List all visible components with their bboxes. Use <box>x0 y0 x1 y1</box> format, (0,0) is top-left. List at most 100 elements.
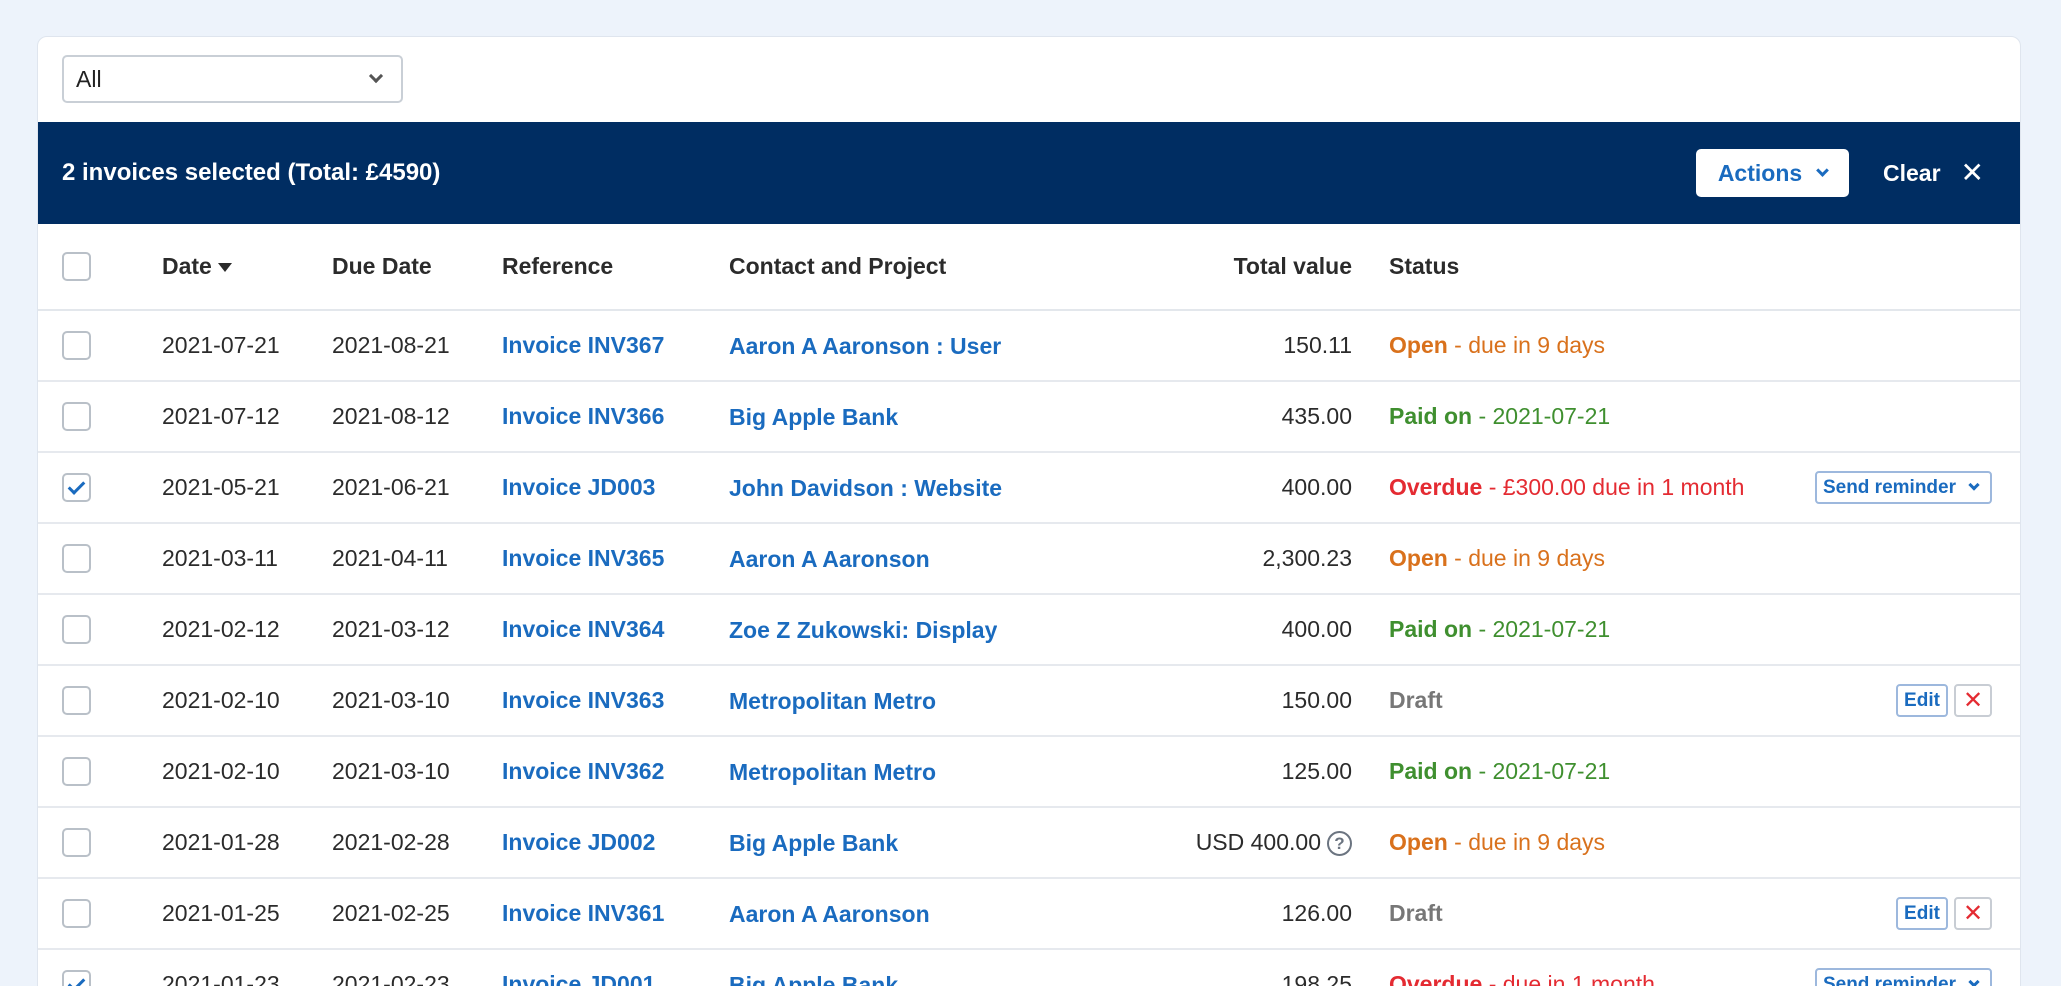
row-checkbox[interactable] <box>62 970 91 986</box>
row-checkbox[interactable] <box>62 757 91 787</box>
actions-button[interactable]: Actions <box>1695 149 1849 197</box>
contact-project-link[interactable]: Zoe Z Zukowski: Display <box>729 617 997 644</box>
status-label: Overdue <box>1389 971 1483 986</box>
invoice-reference-link[interactable]: Invoice INV364 <box>502 616 664 642</box>
invoice-reference-link[interactable]: Invoice INV361 <box>502 900 664 926</box>
row-date: 2021-02-10 <box>162 665 332 737</box>
contact-project-link[interactable]: Aaron A Aaronson : User T <box>729 333 1004 360</box>
row-actions-cell <box>1809 310 2020 382</box>
row-actions-cell <box>1809 736 2020 808</box>
table-row[interactable]: 2021-02-10 2021-03-10 Invoice INV362 Met… <box>38 736 2020 808</box>
invoices-table: Date Due Date Reference Contact and Proj… <box>38 224 2020 986</box>
column-header-contact[interactable]: Contact and Project <box>729 224 1049 311</box>
delete-icon[interactable]: ✕ <box>1954 684 1992 717</box>
row-contact-cell: Big Apple Bank <box>729 807 1049 879</box>
row-contact-cell: Zoe Z Zukowski: Display <box>729 594 1049 666</box>
contact-project-link[interactable]: Big Apple Bank <box>729 972 898 986</box>
row-date: 2021-02-12 <box>162 594 332 666</box>
table-row[interactable]: 2021-03-11 2021-04-11 Invoice INV365 Aar… <box>38 523 2020 595</box>
invoice-reference-link[interactable]: Invoice INV365 <box>502 545 664 571</box>
table-row[interactable]: 2021-02-10 2021-03-10 Invoice INV363 Met… <box>38 665 2020 737</box>
invoice-reference-link[interactable]: Invoice JD001 <box>502 971 655 986</box>
table-row[interactable]: 2021-05-21 2021-06-21 Invoice JD003 John… <box>38 452 2020 524</box>
row-total: 150.00 <box>1281 687 1352 713</box>
row-due-date: 2021-08-21 <box>332 310 502 382</box>
row-checkbox[interactable] <box>62 402 91 432</box>
contact-project-link[interactable]: John Davidson : Website <box>729 475 1002 502</box>
row-checkbox[interactable] <box>62 544 91 574</box>
row-reference-cell: Invoice INV362 <box>502 736 729 808</box>
edit-button[interactable]: Edit <box>1896 684 1948 717</box>
contact-project-link[interactable]: Big Apple Bank <box>729 830 898 857</box>
invoice-reference-link[interactable]: Invoice INV367 <box>502 332 664 358</box>
row-checkbox[interactable] <box>62 473 91 503</box>
row-checkbox[interactable] <box>62 331 91 361</box>
contact-project-link[interactable]: Aaron A Aaronson <box>729 901 930 928</box>
table-row[interactable]: 2021-01-28 2021-02-28 Invoice JD002 Big … <box>38 807 2020 879</box>
status-detail: - due in 9 days <box>1447 829 1606 855</box>
sort-desc-icon <box>217 263 232 273</box>
invoice-reference-link[interactable]: Invoice INV366 <box>502 403 664 429</box>
row-date: 2021-01-28 <box>162 807 332 879</box>
row-status-cell: Paid on - 2021-07-21 <box>1389 736 1809 808</box>
send-reminder-button[interactable]: Send reminder <box>1814 471 1992 504</box>
row-total-cell: 435.00 <box>1049 381 1389 453</box>
column-header-total[interactable]: Total value <box>1049 224 1389 311</box>
edit-button[interactable]: Edit <box>1896 897 1948 930</box>
contact-project-link[interactable]: Aaron A Aaronson <box>729 546 930 573</box>
invoice-reference-link[interactable]: Invoice INV363 <box>502 687 664 713</box>
column-header-date[interactable]: Date <box>162 224 332 311</box>
actions-button-label: Actions <box>1717 159 1803 186</box>
contact-project-link[interactable]: Metropolitan Metro <box>729 688 936 715</box>
row-status-cell: Open - due in 9 days <box>1389 807 1809 879</box>
status-detail: - £300.00 due in 1 month <box>1482 474 1745 500</box>
table-row[interactable]: 2021-02-12 2021-03-12 Invoice INV364 Zoe… <box>38 594 2020 666</box>
row-reference-cell: Invoice JD003 <box>502 452 729 524</box>
row-total: 435.00 <box>1281 403 1352 429</box>
delete-icon[interactable]: ✕ <box>1954 897 1992 930</box>
column-header-status[interactable]: Status <box>1389 224 1809 311</box>
column-header-reference[interactable]: Reference <box>502 224 729 311</box>
send-reminder-button[interactable]: Send reminder <box>1814 968 1992 986</box>
row-reference-cell: Invoice INV366 <box>502 381 729 453</box>
row-due-date: 2021-02-25 <box>332 878 502 950</box>
row-contact-cell: John Davidson : Website <box>729 452 1049 524</box>
row-date: 2021-01-23 <box>162 949 332 986</box>
invoice-reference-link[interactable]: Invoice INV362 <box>502 758 664 784</box>
row-checkbox[interactable] <box>62 899 91 929</box>
row-checkbox[interactable] <box>62 615 91 645</box>
status-detail: - due in 1 month <box>1482 971 1655 986</box>
contact-project-link[interactable]: Big Apple Bank <box>729 404 898 431</box>
table-row[interactable]: 2021-01-23 2021-02-23 Invoice JD001 Big … <box>38 949 2020 986</box>
row-status-cell: Draft <box>1389 665 1809 737</box>
row-select-cell <box>38 665 162 737</box>
row-status-cell: Open - due in 9 days <box>1389 310 1809 382</box>
select-all-checkbox[interactable] <box>62 252 91 282</box>
row-checkbox[interactable] <box>62 686 91 716</box>
invoice-reference-link[interactable]: Invoice JD002 <box>502 829 655 855</box>
table-row[interactable]: 2021-07-12 2021-08-12 Invoice INV366 Big… <box>38 381 2020 453</box>
row-select-cell <box>38 949 162 986</box>
status-detail: - 2021-07-21 <box>1472 403 1611 429</box>
filter-bar: All <box>38 37 2020 122</box>
row-date: 2021-02-10 <box>162 736 332 808</box>
row-total-cell: 126.00 <box>1049 878 1389 950</box>
selection-summary: 2 invoices selected (Total: £4590) <box>62 159 441 186</box>
table-row[interactable]: 2021-07-21 2021-08-21 Invoice INV367 Aar… <box>38 310 2020 382</box>
table-row[interactable]: 2021-01-25 2021-02-25 Invoice INV361 Aar… <box>38 878 2020 950</box>
invoice-reference-link[interactable]: Invoice JD003 <box>502 474 655 500</box>
status-label: Paid on <box>1389 403 1473 429</box>
help-icon[interactable]: ? <box>1327 831 1352 857</box>
chevron-down-icon <box>1968 478 1980 491</box>
row-due-date: 2021-03-10 <box>332 665 502 737</box>
row-reference-cell: Invoice INV361 <box>502 878 729 950</box>
row-date: 2021-03-11 <box>162 523 332 595</box>
clear-selection-button[interactable]: Clear ✕ <box>1883 159 1984 187</box>
status-filter-select[interactable]: All <box>62 55 403 103</box>
column-header-due-date[interactable]: Due Date <box>332 224 502 311</box>
row-reference-cell: Invoice INV365 <box>502 523 729 595</box>
row-total: 198.25 <box>1281 971 1352 986</box>
row-checkbox[interactable] <box>62 828 91 858</box>
contact-project-link[interactable]: Metropolitan Metro <box>729 759 936 786</box>
clear-button-label: Clear <box>1882 159 1941 186</box>
